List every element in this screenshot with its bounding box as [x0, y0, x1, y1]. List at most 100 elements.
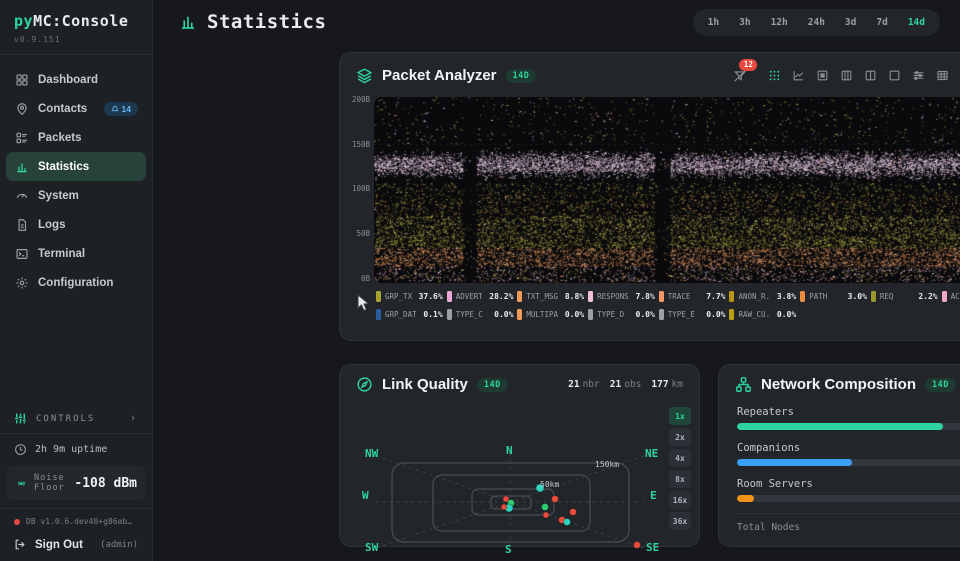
legend-item-RESPONSE[interactable]: RESPONSE7.8%	[588, 291, 655, 302]
statistics-icon	[14, 159, 29, 174]
packet-analyzer-range-badge: 14D	[506, 69, 537, 83]
composition-label: Room Servers	[737, 478, 813, 490]
stat-obs: 21obs	[610, 379, 642, 390]
filter-off-icon[interactable]: 12	[730, 66, 750, 86]
legend-item-ANON_R[interactable]: ANON_R..3.8%	[729, 291, 796, 302]
composition-row-header: Room Servers19 (5%)	[737, 477, 960, 490]
sidebar-item-label: Packets	[38, 132, 81, 144]
direction-label-s: S	[505, 543, 512, 556]
legend-name: ANON_R..	[738, 292, 769, 301]
line-chart-icon[interactable]	[788, 66, 808, 86]
square-columns-icon[interactable]	[836, 66, 856, 86]
range-button-12h[interactable]: 12h	[762, 13, 797, 32]
legend-item-TXT_MSG[interactable]: TXT_MSG8.8%	[517, 291, 584, 302]
compass-icon	[356, 376, 373, 393]
network-icon	[735, 376, 752, 393]
sidebar-item-label: Contacts	[38, 103, 87, 115]
zoom-button-1x[interactable]: 1x	[669, 407, 691, 425]
network-composition-body: Repeaters218 (61%)Companions121 (34%)Roo…	[719, 401, 960, 536]
sidebar-item-configuration[interactable]: Configuration	[6, 268, 146, 297]
sign-out-button[interactable]: Sign Out (admin)	[0, 530, 152, 561]
zoom-button-16x[interactable]: 16x	[669, 491, 691, 509]
composition-bar-track	[737, 495, 960, 502]
sidebar-item-packets[interactable]: Packets	[6, 123, 146, 152]
range-button-1h[interactable]: 1h	[699, 13, 728, 32]
sliders-icon	[14, 412, 27, 425]
sign-out-label: Sign Out	[35, 539, 83, 551]
legend-item-ACK[interactable]: ACK0.8%	[942, 291, 960, 302]
legend-item-MULTIPA[interactable]: MULTIPA...0.0%	[517, 309, 584, 320]
legend-item-TYPE_D[interactable]: TYPE_D0.0%	[588, 309, 655, 320]
compass-plot: NWNNEWESWSSE150km50km	[340, 401, 701, 548]
uptime-row: 2h 9m uptime	[0, 434, 152, 462]
range-button-24h[interactable]: 24h	[799, 13, 834, 32]
packet-analyzer-card: Packet Analyzer 14D 12 TotalAirtime 200B…	[339, 52, 960, 341]
square-split-icon[interactable]	[860, 66, 880, 86]
sidebar-item-logs[interactable]: Logs	[6, 210, 146, 239]
composition-bar-track	[737, 459, 960, 466]
range-button-14d[interactable]: 14d	[899, 13, 934, 32]
sidebar-item-label: System	[38, 190, 79, 202]
sidebar-item-terminal[interactable]: Terminal	[6, 239, 146, 268]
sidebar-item-contacts[interactable]: Contacts14	[6, 94, 146, 123]
stat-km: 177km	[651, 379, 683, 390]
range-button-7d[interactable]: 7d	[867, 13, 896, 32]
zoom-button-2x[interactable]: 2x	[669, 428, 691, 446]
sign-out-icon	[14, 538, 27, 551]
legend-percent: 0.0%	[774, 310, 796, 319]
link-quality-card: Link Quality 14D 21nbr21obs177km NWNNEWE…	[339, 364, 700, 547]
composition-label: Companions	[737, 442, 800, 454]
square-filled-icon[interactable]	[812, 66, 832, 86]
packet-chart-area: 200B150B100B50B0B	[340, 95, 960, 283]
legend-item-REQ[interactable]: REQ2.2%	[871, 291, 938, 302]
legend-swatch	[659, 291, 664, 302]
legend-item-RAW_CU[interactable]: RAW_CU...0.0%	[729, 309, 796, 320]
sidebar-item-statistics[interactable]: Statistics	[6, 152, 146, 181]
composition-row-companions: Companions121 (34%)	[737, 441, 960, 466]
packet-scatter-chart[interactable]	[374, 97, 960, 283]
ring-label-150km: 150km	[595, 460, 619, 469]
equalizer-icon[interactable]	[908, 66, 928, 86]
zoom-button-36x[interactable]: 36x	[669, 512, 691, 530]
packet-legend: GRP_TXT37.6% ADVERT28.2%TXT_MSG8.8% RESPON…	[340, 283, 960, 320]
sidebar-item-label: Statistics	[38, 161, 89, 173]
range-button-3h[interactable]: 3h	[730, 13, 759, 32]
legend-name: TYPE_C	[456, 310, 483, 319]
direction-label-nw: NW	[365, 447, 378, 460]
grid-dots-icon[interactable]	[764, 66, 784, 86]
uptime-value: 2h 9m uptime	[35, 444, 107, 455]
sign-out-role: (admin)	[100, 540, 138, 550]
sidebar-item-dashboard[interactable]: Dashboard	[6, 65, 146, 94]
packet-chart-y-axis: 200B150B100B50B0B	[348, 97, 374, 283]
legend-item-TYPE_C[interactable]: TYPE_C0.0%	[447, 309, 514, 320]
composition-bar-fill	[737, 495, 754, 502]
signal-icon	[15, 477, 28, 490]
legend-swatch	[588, 309, 593, 320]
composition-row-header: Companions121 (34%)	[737, 441, 960, 454]
legend-percent: 3.0%	[845, 292, 867, 301]
legend-item-PATH[interactable]: PATH3.0%	[800, 291, 867, 302]
zoom-button-4x[interactable]: 4x	[669, 449, 691, 467]
sidebar-item-controls[interactable]: CONTROLS ›	[0, 404, 152, 433]
legend-swatch	[447, 291, 452, 302]
composition-label: Repeaters	[737, 406, 794, 418]
legend-item-TYPE_E[interactable]: TYPE_E0.0%	[659, 309, 726, 320]
composition-divider	[737, 513, 960, 514]
composition-bar-track	[737, 423, 960, 430]
packets-icon	[14, 130, 29, 145]
legend-swatch	[588, 291, 593, 302]
zoom-button-8x[interactable]: 8x	[669, 470, 691, 488]
legend-swatch	[871, 291, 876, 302]
legend-swatch	[729, 291, 734, 302]
sidebar-item-system[interactable]: System	[6, 181, 146, 210]
legend-item-ADVERT[interactable]: ADVERT28.2%	[447, 291, 514, 302]
square-outline-icon[interactable]	[884, 66, 904, 86]
table-icon[interactable]	[932, 66, 952, 86]
range-button-3d[interactable]: 3d	[836, 13, 865, 32]
legend-item-GRP_TXT[interactable]: GRP_TXT37.6%	[376, 291, 443, 302]
legend-name: REQ	[880, 292, 894, 301]
time-range-selector: 1h3h12h24h3d7d14d	[693, 9, 940, 36]
legend-swatch	[517, 309, 522, 320]
legend-item-TRACE[interactable]: TRACE7.7%	[659, 291, 726, 302]
legend-item-GRP_DATA[interactable]: GRP_DATA0.1%	[376, 309, 443, 320]
